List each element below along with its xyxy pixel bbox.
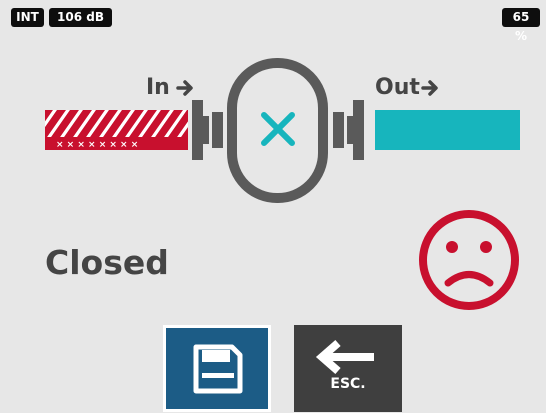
sad-face-icon bbox=[419, 210, 519, 310]
right-flange bbox=[333, 100, 364, 160]
outlet-label: Out bbox=[375, 75, 420, 100]
left-flange bbox=[192, 100, 223, 160]
in-arrow-icon bbox=[176, 80, 193, 96]
inlet-label: In bbox=[146, 75, 170, 100]
save-button[interactable] bbox=[163, 325, 271, 412]
svg-text:× × × × × × × ×: × × × × × × × × bbox=[56, 140, 138, 150]
esc-label: ESC. bbox=[330, 376, 366, 392]
outlet-pipe bbox=[375, 110, 520, 150]
esc-button[interactable]: ESC. bbox=[294, 325, 402, 412]
valve-diagram: × × × × × × × × bbox=[45, 58, 520, 310]
out-arrow-icon bbox=[421, 80, 438, 96]
floppy-disk-icon bbox=[193, 344, 243, 394]
inlet-pipe: × × × × × × × × bbox=[45, 110, 188, 150]
valve-state-text: Closed bbox=[45, 243, 169, 282]
x-mark-icon bbox=[261, 112, 295, 146]
